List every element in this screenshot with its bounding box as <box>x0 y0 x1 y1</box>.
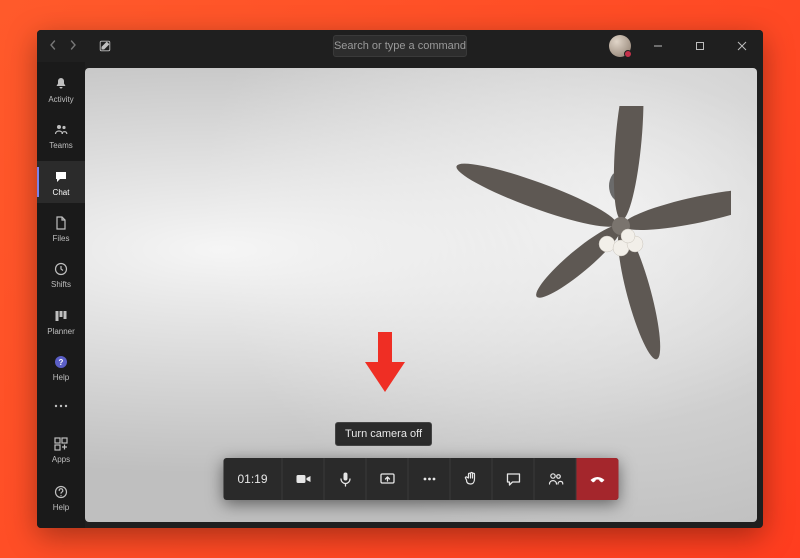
show-participants-button[interactable] <box>535 458 577 500</box>
bell-icon <box>52 75 70 93</box>
rail-label: Planner <box>47 327 75 336</box>
help-circle-icon <box>52 483 70 501</box>
new-chat-button[interactable] <box>93 34 117 58</box>
ellipsis-icon <box>52 397 70 415</box>
maximize-icon <box>695 41 705 51</box>
rail-item-teams[interactable]: Teams <box>37 114 85 156</box>
rail-item-activity[interactable]: Activity <box>37 68 85 110</box>
rail-label: Files <box>53 234 70 243</box>
search-placeholder: Search or type a command <box>334 40 466 52</box>
search-input[interactable]: Search or type a command <box>333 35 467 57</box>
help-icon: ? <box>52 353 70 371</box>
share-button[interactable] <box>367 458 409 500</box>
apps-icon <box>52 435 70 453</box>
camera-tooltip: Turn camera off <box>335 422 432 446</box>
camera-icon <box>294 470 312 488</box>
window-close-button[interactable] <box>727 32 757 60</box>
shifts-icon <box>52 260 70 278</box>
rail-more-apps[interactable] <box>37 393 85 420</box>
rail-label: Shifts <box>51 280 71 289</box>
mic-icon <box>336 470 354 488</box>
app-rail: Activity Teams Chat Files <box>37 62 85 528</box>
hang-up-button[interactable] <box>577 458 619 500</box>
teams-window: Search or type a command Activit <box>37 30 763 528</box>
rail-item-apps[interactable]: Apps <box>37 428 85 472</box>
minimize-icon <box>653 41 663 51</box>
title-bar: Search or type a command <box>37 30 763 62</box>
rail-label: Help <box>53 503 69 512</box>
rail-label: Help <box>53 373 69 382</box>
user-avatar[interactable] <box>609 35 631 57</box>
teams-icon <box>52 121 70 139</box>
show-conversation-button[interactable] <box>493 458 535 500</box>
rail-label: Apps <box>52 455 70 464</box>
rail-label: Chat <box>53 188 70 197</box>
rail-item-help-bottom[interactable]: Help <box>37 476 85 520</box>
files-icon <box>52 214 70 232</box>
hang-up-icon <box>588 469 608 489</box>
ellipsis-icon <box>420 470 438 488</box>
window-maximize-button[interactable] <box>685 32 715 60</box>
mic-toggle-button[interactable] <box>325 458 367 500</box>
presence-badge <box>624 50 632 58</box>
rail-item-shifts[interactable]: Shifts <box>37 254 85 296</box>
rail-label: Activity <box>48 95 73 104</box>
more-actions-button[interactable] <box>409 458 451 500</box>
forward-button[interactable] <box>65 39 81 53</box>
camera-video-content <box>391 106 731 366</box>
back-button[interactable] <box>45 39 61 53</box>
compose-icon <box>98 39 112 53</box>
rail-item-files[interactable]: Files <box>37 207 85 249</box>
meeting-stage: Turn camera off 01:19 <box>85 68 757 522</box>
raise-hand-icon <box>462 470 480 488</box>
window-minimize-button[interactable] <box>643 32 673 60</box>
planner-icon <box>52 307 70 325</box>
rail-label: Teams <box>49 141 73 150</box>
close-icon <box>737 41 747 51</box>
annotation-arrow <box>363 330 407 394</box>
svg-text:?: ? <box>59 358 64 367</box>
camera-toggle-button[interactable] <box>283 458 325 500</box>
call-duration: 01:19 <box>223 458 282 500</box>
chat-bubble-icon <box>504 470 522 488</box>
rail-item-planner[interactable]: Planner <box>37 300 85 342</box>
people-icon <box>546 470 564 488</box>
rail-item-help-top[interactable]: ? Help <box>37 347 85 389</box>
history-nav <box>45 39 81 53</box>
share-screen-icon <box>378 470 396 488</box>
raise-hand-button[interactable] <box>451 458 493 500</box>
rail-item-chat[interactable]: Chat <box>37 161 85 203</box>
call-toolbar: 01:19 <box>223 458 618 500</box>
chat-icon <box>52 168 70 186</box>
